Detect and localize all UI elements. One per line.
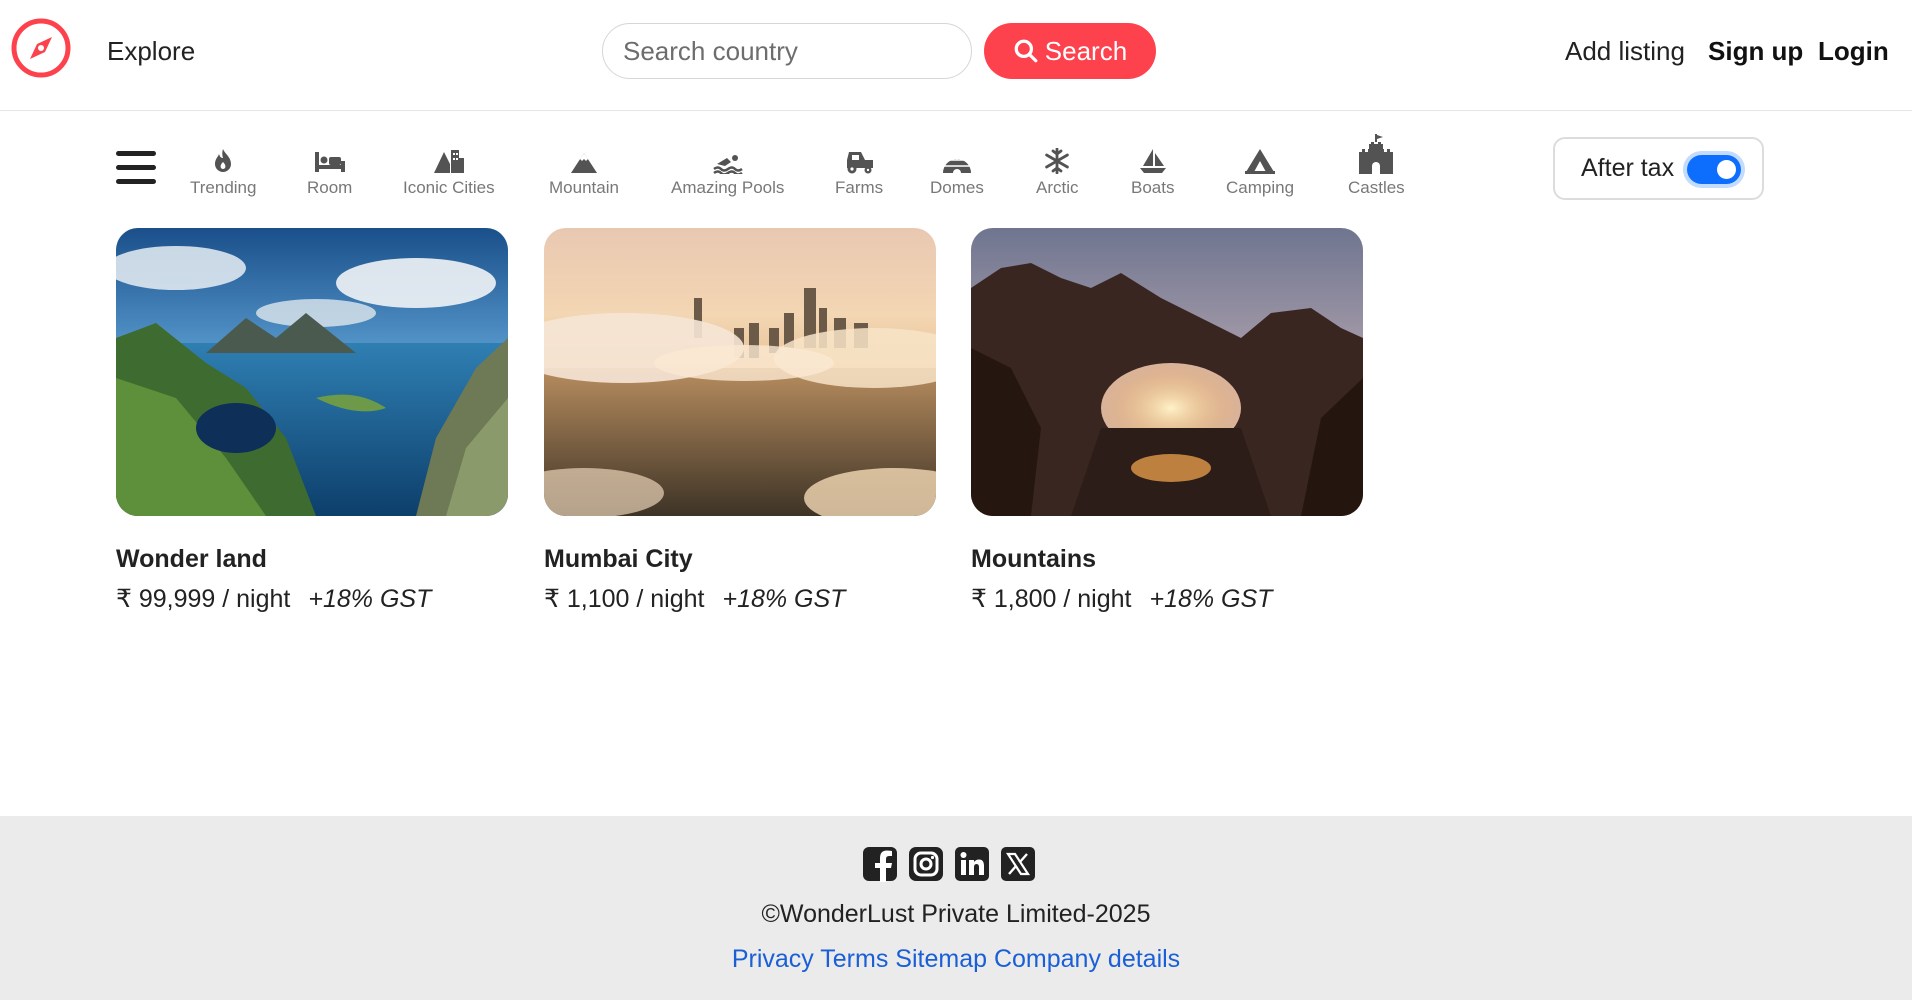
sailboat-icon bbox=[1139, 149, 1166, 173]
terms-link[interactable]: Terms bbox=[820, 945, 888, 973]
filter-label: Farms bbox=[835, 178, 884, 197]
footer: ©WonderLust Private Limited-2025 Privacy… bbox=[0, 816, 1912, 1000]
filter-castles[interactable]: Castles bbox=[1348, 134, 1405, 198]
hamburger-icon[interactable] bbox=[116, 151, 156, 187]
tax-toggle: After tax bbox=[1553, 137, 1764, 200]
instagram-icon[interactable] bbox=[908, 846, 944, 882]
copyright-text: ©WonderLust Private Limited-2025 bbox=[761, 900, 1151, 928]
filter-farms[interactable]: Farms bbox=[835, 140, 883, 198]
filter-label: Camping bbox=[1226, 178, 1295, 197]
social-links bbox=[862, 846, 1036, 882]
listing-card[interactable]: Wonder land ₹ 99,999 / night +18% GST bbox=[116, 228, 508, 614]
filter-label: Mountain bbox=[549, 178, 619, 197]
campground-icon bbox=[1245, 149, 1276, 174]
bed-icon bbox=[314, 152, 345, 172]
filter-arctic[interactable]: Arctic bbox=[1036, 140, 1079, 198]
filter-label: Room bbox=[307, 178, 353, 197]
filter-room[interactable]: Room bbox=[307, 140, 352, 198]
person-swimming-icon bbox=[712, 155, 743, 174]
add-listing-link[interactable]: Add listing bbox=[1565, 36, 1685, 67]
listing-image[interactable] bbox=[544, 228, 936, 516]
listing-title: Mumbai City bbox=[544, 545, 693, 573]
filter-label: Castles bbox=[1348, 178, 1405, 197]
compass-icon[interactable] bbox=[11, 18, 71, 78]
listing-price-value: ₹ 1,100 / night bbox=[544, 585, 705, 613]
listing-price-value: ₹ 1,800 / night bbox=[971, 585, 1132, 613]
filter-label: Arctic bbox=[1036, 178, 1079, 197]
x-icon[interactable] bbox=[1000, 846, 1036, 882]
listing-title: Wonder land bbox=[116, 545, 267, 573]
listing-gst: +18% GST bbox=[1149, 585, 1273, 613]
search-input[interactable] bbox=[602, 23, 972, 79]
filter-mountain[interactable]: Mountain bbox=[549, 140, 619, 198]
listing-price: ₹ 1,100 / night +18% GST bbox=[544, 584, 936, 614]
search-button[interactable]: Search bbox=[984, 23, 1156, 79]
tax-toggle-label: After tax bbox=[1581, 154, 1675, 182]
tractor-icon bbox=[847, 152, 874, 174]
filter-label: Trending bbox=[190, 178, 257, 197]
linkedin-icon[interactable] bbox=[954, 846, 990, 882]
filter-label: Boats bbox=[1131, 178, 1175, 197]
listing-price-value: ₹ 99,999 / night bbox=[116, 585, 291, 613]
igloo-icon bbox=[942, 153, 971, 173]
filter-label: Amazing Pools bbox=[671, 178, 785, 197]
nav-explore-link[interactable]: Explore bbox=[107, 36, 195, 67]
listing-card[interactable]: Mumbai City ₹ 1,100 / night +18% GST bbox=[544, 228, 936, 614]
mountain-city-icon bbox=[433, 150, 464, 173]
listing-price: ₹ 99,999 / night +18% GST bbox=[116, 584, 508, 614]
listing-price: ₹ 1,800 / night +18% GST bbox=[971, 584, 1363, 614]
footer-links: Privacy Terms Sitemap Company details bbox=[0, 945, 1912, 974]
login-link[interactable]: Login bbox=[1818, 36, 1889, 67]
filter-boats[interactable]: Boats bbox=[1131, 140, 1174, 198]
sitemap-link[interactable]: Sitemap bbox=[895, 945, 987, 973]
listing-image[interactable] bbox=[116, 228, 508, 516]
signup-link[interactable]: Sign up bbox=[1708, 36, 1803, 67]
filter-label: Iconic Cities bbox=[403, 178, 495, 197]
facebook-icon[interactable] bbox=[862, 846, 898, 882]
fire-icon bbox=[215, 149, 232, 172]
filter-trending[interactable]: Trending bbox=[190, 140, 256, 198]
filter-amazing-pools[interactable]: Amazing Pools bbox=[671, 140, 784, 198]
magnifier-icon bbox=[1014, 39, 1038, 63]
filter-label: Domes bbox=[930, 178, 984, 197]
castle-icon bbox=[1359, 134, 1394, 174]
navbar: Explore Search Add listing Sign up Login bbox=[0, 0, 1912, 111]
privacy-link[interactable]: Privacy bbox=[732, 945, 814, 973]
mountain-icon bbox=[570, 153, 597, 173]
snowflake-icon bbox=[1045, 148, 1070, 174]
search-button-label: Search bbox=[1044, 35, 1128, 66]
listing-gst: +18% GST bbox=[308, 585, 432, 613]
listing-image[interactable] bbox=[971, 228, 1363, 516]
filter-domes[interactable]: Domes bbox=[930, 140, 984, 198]
tax-toggle-switch[interactable] bbox=[1687, 155, 1741, 184]
listing-card[interactable]: Mountains ₹ 1,800 / night +18% GST bbox=[971, 228, 1363, 614]
filter-camping[interactable]: Camping bbox=[1226, 140, 1294, 198]
listing-title: Mountains bbox=[971, 545, 1096, 573]
listing-gst: +18% GST bbox=[722, 585, 846, 613]
filter-iconic-cities[interactable]: Iconic Cities bbox=[403, 140, 495, 198]
company-details-link[interactable]: Company details bbox=[994, 945, 1180, 973]
